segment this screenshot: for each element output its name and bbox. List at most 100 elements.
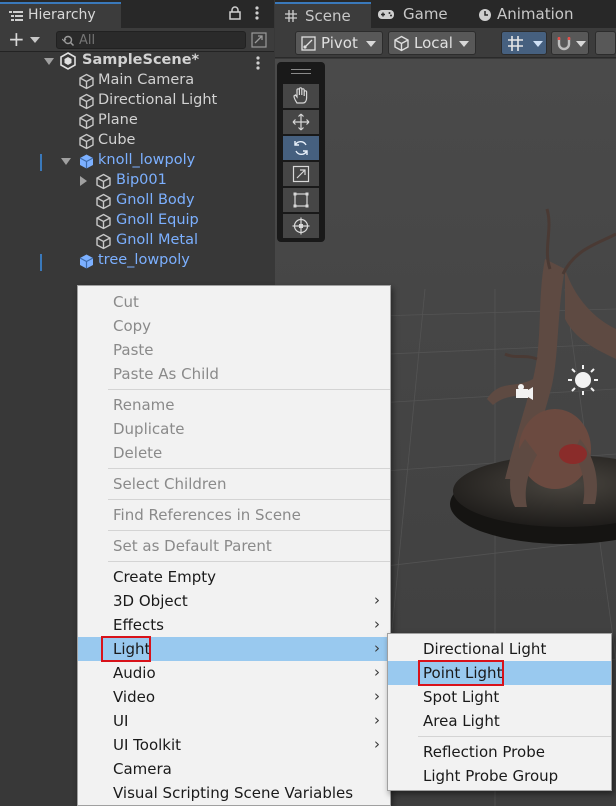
clock-icon xyxy=(478,8,492,22)
move-arrows-icon xyxy=(283,112,319,132)
tree-item-cube[interactable]: Cube xyxy=(0,132,274,152)
menu-item-paste-as-child: Paste As Child xyxy=(113,365,219,383)
tree-item-main-camera[interactable]: Main Camera xyxy=(0,72,274,92)
menu-item-audio[interactable]: Audio › xyxy=(78,661,390,685)
menu-item-directional-light[interactable]: Directional Light xyxy=(388,637,611,661)
grid-snap-icon xyxy=(507,35,525,52)
submenu-arrow-icon: › xyxy=(374,639,380,657)
local-cube-icon xyxy=(393,35,410,52)
menu-item-create-empty[interactable]: Create Empty xyxy=(78,565,390,589)
menu-item-paste: Paste xyxy=(113,341,154,359)
submenu-arrow-icon: › xyxy=(374,735,380,753)
tree-item-bip001[interactable]: Bip001 xyxy=(0,172,274,192)
hand-tool-button[interactable] xyxy=(283,84,319,108)
kebab-menu-icon[interactable] xyxy=(255,6,259,20)
expand-arrow-icon[interactable] xyxy=(80,176,87,186)
prefab-cube-icon xyxy=(78,253,95,270)
tree-item-knoll-lowpoly[interactable]: knoll_lowpoly xyxy=(0,152,274,172)
add-object-button[interactable]: + xyxy=(4,27,44,51)
pivot-dropdown[interactable]: Pivot xyxy=(295,31,383,55)
menu-item-light-probe-group[interactable]: Light Probe Group xyxy=(388,764,611,788)
move-tool-button[interactable] xyxy=(283,110,319,134)
tree-item-tree-lowpoly[interactable]: tree_lowpoly xyxy=(0,252,274,272)
chevron-down-icon xyxy=(30,37,40,43)
menu-item-ui[interactable]: UI › xyxy=(78,709,390,733)
context-menu: Cut Copy Paste Paste As Child Rename Dup… xyxy=(77,285,391,806)
search-input[interactable] xyxy=(79,32,239,48)
rotate-icon xyxy=(283,138,319,158)
highlight-annotation-box xyxy=(418,660,504,686)
scene-row[interactable]: SampleScene* xyxy=(0,52,274,72)
menu-item-visual-scripting-scene-variables[interactable]: Visual Scripting Scene Variables xyxy=(78,781,390,805)
rotate-tool-button[interactable] xyxy=(283,136,319,160)
grid-snap-button[interactable] xyxy=(501,31,547,55)
local-dropdown[interactable]: Local xyxy=(388,31,476,55)
search-box[interactable] xyxy=(56,31,246,49)
increment-snap-button[interactable] xyxy=(551,31,589,55)
tab-animation[interactable]: Animation xyxy=(473,2,616,28)
unity-logo-icon xyxy=(60,52,76,70)
hierarchy-tab-bar: Hierarchy xyxy=(0,0,274,28)
menu-item-select-children: Select Children xyxy=(113,475,227,493)
menu-item-set-default-parent: Set as Default Parent xyxy=(113,537,272,555)
tab-scene[interactable]: Scene xyxy=(275,2,371,28)
menu-item-cut: Cut xyxy=(113,293,139,311)
tree-item-label: Gnoll Body xyxy=(116,192,195,208)
chevron-down-icon xyxy=(533,41,543,47)
lock-icon[interactable] xyxy=(229,6,241,20)
tree-item-gnoll-metal[interactable]: Gnoll Metal xyxy=(0,232,274,252)
more-tools-button[interactable] xyxy=(595,31,616,55)
gameobject-cube-icon xyxy=(95,193,112,210)
grid-icon xyxy=(285,10,297,22)
tree-item-label: Gnoll Equip xyxy=(116,212,199,228)
search-icon xyxy=(62,35,76,47)
menu-item-3d-object[interactable]: 3D Object › xyxy=(78,589,390,613)
search-options-icon[interactable] xyxy=(250,31,268,49)
menu-item-camera[interactable]: Camera xyxy=(78,757,390,781)
transform-icon xyxy=(283,216,319,236)
gameobject-cube-icon xyxy=(78,113,95,130)
tab-game[interactable]: Game xyxy=(375,2,469,28)
menu-item-reflection-probe[interactable]: Reflection Probe xyxy=(388,740,611,764)
menu-item-video[interactable]: Video › xyxy=(78,685,390,709)
magnet-icon xyxy=(556,35,574,52)
submenu-arrow-icon: › xyxy=(374,615,380,633)
menu-item-spot-light[interactable]: Spot Light xyxy=(388,685,611,709)
selection-marker xyxy=(40,254,42,271)
gameobject-cube-icon xyxy=(95,233,112,250)
submenu-arrow-icon: › xyxy=(374,591,380,609)
submenu-arrow-icon: › xyxy=(374,663,380,681)
tree-item-gnoll-body[interactable]: Gnoll Body xyxy=(0,192,274,212)
gameobject-cube-icon xyxy=(78,73,95,90)
menu-separator xyxy=(108,499,390,500)
tree-item-label: Bip001 xyxy=(116,172,167,188)
prefab-cube-icon xyxy=(78,153,95,170)
menu-separator xyxy=(108,530,390,531)
tree-item-label: Main Camera xyxy=(98,72,195,88)
menu-separator xyxy=(108,468,390,469)
tree-item-gnoll-equip[interactable]: Gnoll Equip xyxy=(0,212,274,232)
tree-item-plane[interactable]: Plane xyxy=(0,112,274,132)
menu-item-duplicate: Duplicate xyxy=(113,420,185,438)
menu-item-area-light[interactable]: Area Light xyxy=(388,709,611,733)
tree-item-label: knoll_lowpoly xyxy=(98,152,196,168)
scene-toolbar: Pivot Local xyxy=(275,28,616,58)
tree-item-label: Plane xyxy=(98,112,138,128)
transform-tool-button[interactable] xyxy=(283,214,319,238)
tree-item-directional-light[interactable]: Directional Light xyxy=(0,92,274,112)
tab-scene-label: Scene xyxy=(305,7,351,25)
expand-arrow-icon[interactable] xyxy=(61,158,71,165)
menu-item-effects[interactable]: Effects › xyxy=(78,613,390,637)
expand-arrow-icon[interactable] xyxy=(44,58,54,65)
menu-separator xyxy=(108,389,390,390)
rect-tool-button[interactable] xyxy=(283,188,319,212)
tab-hierarchy[interactable]: Hierarchy xyxy=(0,2,121,28)
scale-tool-button[interactable] xyxy=(283,162,319,186)
rect-transform-icon xyxy=(283,190,319,210)
hierarchy-toolbar: + xyxy=(0,27,274,52)
light-submenu: Directional Light Point Light Spot Light… xyxy=(387,633,612,791)
drag-handle[interactable] xyxy=(291,69,311,74)
menu-item-ui-toolkit[interactable]: UI Toolkit › xyxy=(78,733,390,757)
scene-menu-icon[interactable] xyxy=(256,56,260,70)
pivot-label: Pivot xyxy=(321,34,358,52)
